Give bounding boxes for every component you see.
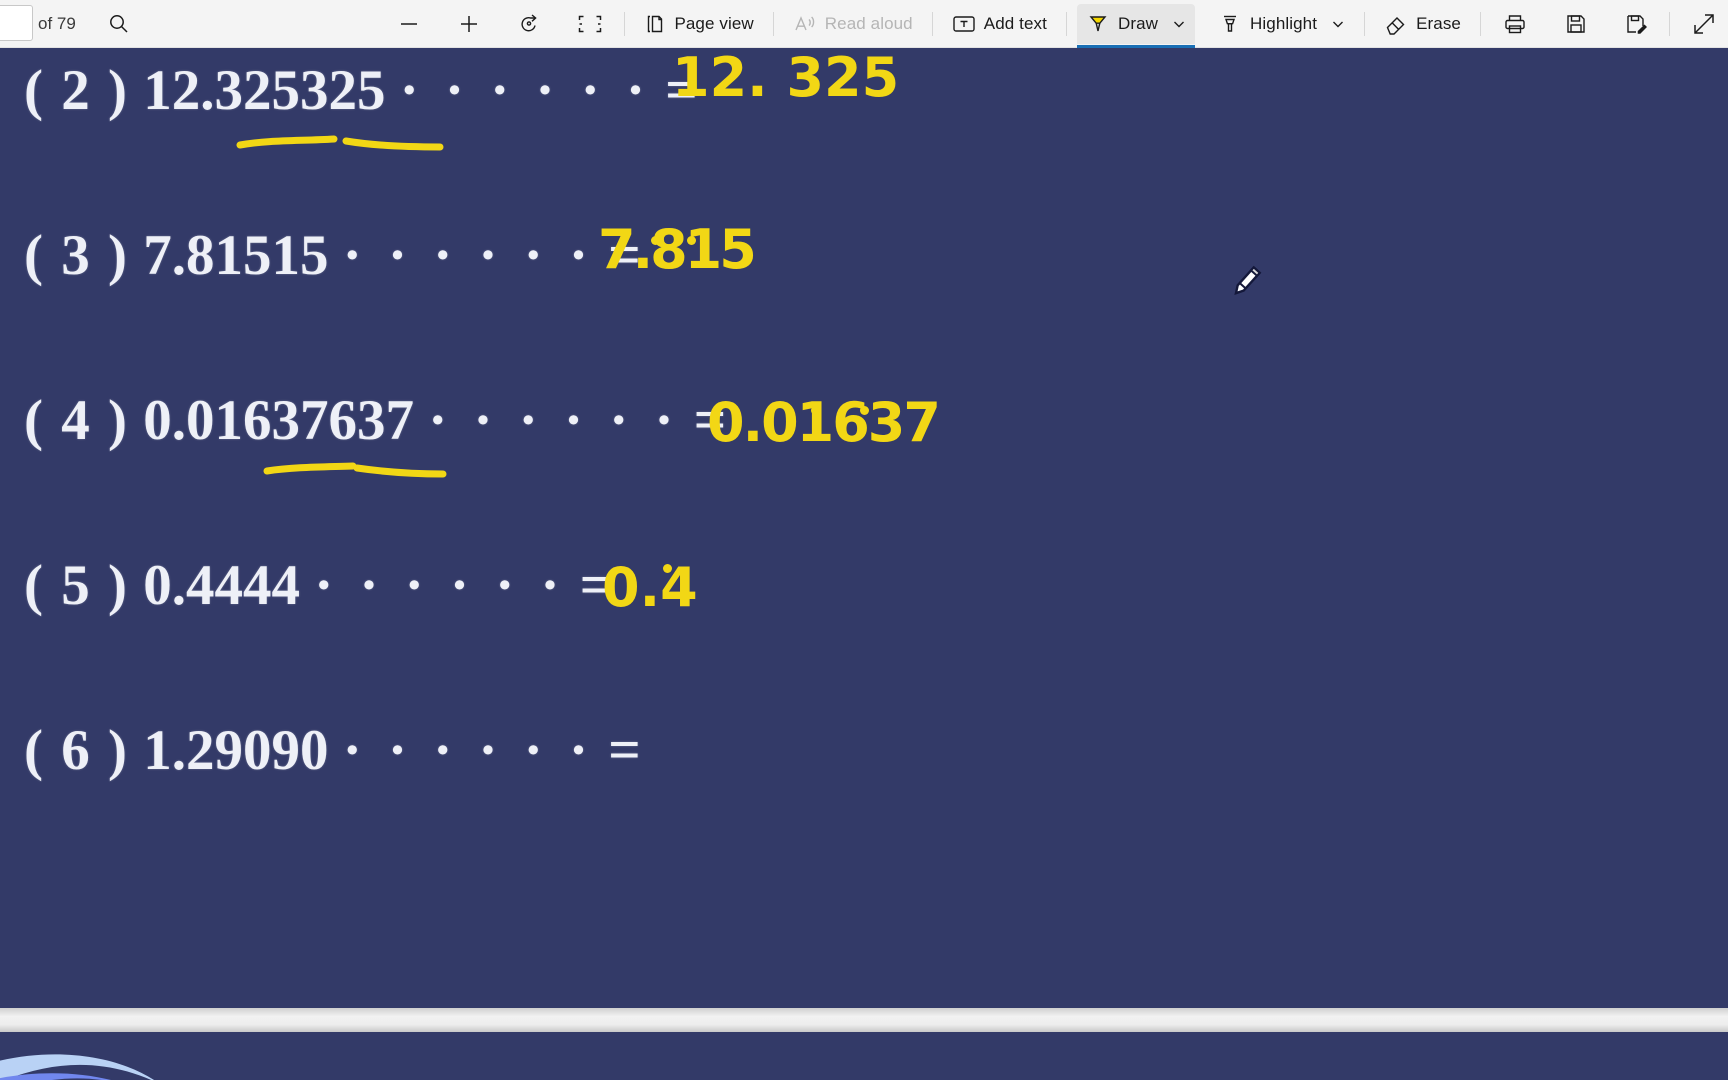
divider	[624, 11, 626, 36]
ink-repeat-dot	[663, 564, 672, 573]
math-line-equals: =	[608, 719, 641, 782]
decorative-swirl-icon	[0, 1054, 154, 1080]
ink-repeat-dot	[651, 236, 660, 245]
pencil-cursor-icon	[1224, 260, 1268, 304]
read-aloud-icon	[793, 13, 817, 35]
math-line-number: 12.325325	[143, 59, 386, 122]
ink-repeat-dot	[687, 236, 696, 245]
share-expand-icon	[1692, 12, 1716, 36]
add-text-button[interactable]: Add text	[943, 6, 1056, 42]
add-text-icon	[952, 14, 976, 34]
zoom-out-button[interactable]	[386, 6, 432, 42]
rotate-button[interactable]	[506, 6, 552, 42]
ink-repeat-dot	[860, 406, 869, 415]
fit-to-page-icon	[578, 14, 602, 34]
math-line-dots: · · · · · ·	[428, 389, 680, 452]
draw-label: Draw	[1117, 13, 1159, 33]
ink-underline	[353, 464, 447, 479]
pdf-page[interactable]: ( 2 ) 12.325325 · · · · · · = 12. 325 ( …	[0, 48, 1728, 1008]
page-count-label: of 79	[38, 13, 76, 33]
math-line-index: ( 4 )	[24, 389, 129, 452]
ink-underline	[342, 137, 444, 152]
math-line: ( 2 ) 12.325325 · · · · · · =	[24, 58, 698, 123]
math-line: ( 5 ) 0.4444 · · · · · · =	[24, 553, 612, 618]
ink-answer: 0.4	[602, 556, 698, 619]
math-line-dots: · · · · · ·	[342, 224, 595, 287]
page-view-label: Page view	[674, 13, 754, 33]
ink-underline	[263, 462, 357, 477]
erase-button[interactable]: Erase	[1375, 6, 1470, 42]
page-view-icon	[644, 13, 666, 35]
highlight-label: Highlight	[1250, 13, 1318, 33]
print-button[interactable]	[1491, 6, 1539, 42]
math-line-dots: · · · · · ·	[314, 554, 566, 617]
page-view-button[interactable]: Page view	[635, 6, 762, 42]
divider	[772, 11, 774, 36]
math-line-index: ( 5 )	[24, 554, 129, 617]
plus-icon	[458, 13, 480, 35]
next-page-preview[interactable]	[0, 1032, 1728, 1080]
math-line-number: 1.29090	[143, 719, 329, 782]
highlighter-icon	[1218, 12, 1242, 36]
divider	[1065, 11, 1067, 36]
divider	[1669, 11, 1670, 36]
math-line: ( 3 ) 7.81515 · · · · · · =	[24, 223, 641, 288]
draw-button[interactable]: Draw	[1076, 3, 1196, 48]
ink-answer: 7.815	[598, 218, 757, 281]
math-line: ( 6 ) 1.29090 · · · · · · =	[24, 718, 641, 783]
ink-answer: 0.01637	[707, 391, 941, 454]
math-line-index: ( 2 )	[24, 59, 129, 122]
math-line-number: 0.01637637	[143, 389, 414, 452]
highlight-button[interactable]: Highlight	[1209, 6, 1354, 42]
divider	[1480, 11, 1481, 36]
divider	[931, 11, 933, 36]
zoom-in-button[interactable]	[446, 6, 492, 42]
save-as-button[interactable]	[1613, 6, 1659, 42]
search-button[interactable]	[96, 6, 141, 42]
read-aloud-label: Read aloud	[824, 13, 913, 33]
math-line-index: ( 6 )	[24, 719, 129, 782]
math-line-index: ( 3 )	[24, 224, 129, 287]
math-line-number: 7.81515	[143, 224, 329, 287]
save-as-icon	[1625, 13, 1647, 35]
save-button[interactable]	[1553, 6, 1599, 42]
page-separator	[0, 1008, 1728, 1032]
share-button[interactable]	[1680, 6, 1728, 42]
rotate-icon	[518, 13, 540, 35]
minus-icon	[398, 13, 420, 35]
erase-label: Erase	[1416, 13, 1461, 33]
draw-pen-icon	[1086, 12, 1110, 36]
chevron-down-icon[interactable]	[1172, 17, 1186, 31]
math-line: ( 4 ) 0.01637637 · · · · · · =	[24, 388, 726, 453]
math-line-dots: · · · · · ·	[342, 719, 595, 782]
add-text-label: Add text	[983, 13, 1047, 33]
eraser-icon	[1384, 13, 1408, 35]
ink-answer: 12. 325	[672, 48, 900, 109]
print-icon	[1503, 13, 1527, 35]
search-icon	[108, 13, 129, 34]
fit-to-page-button[interactable]	[566, 6, 614, 42]
math-line-number: 0.4444	[143, 554, 300, 617]
page-number-input[interactable]	[0, 5, 33, 41]
read-aloud-button[interactable]: Read aloud	[784, 6, 922, 42]
divider	[1364, 11, 1366, 36]
ink-underline	[236, 135, 338, 150]
ink-repeat-dot	[811, 406, 820, 415]
save-icon	[1565, 13, 1587, 35]
math-line-dots: · · · · · ·	[399, 59, 652, 122]
pdf-toolbar: of 79 Page view Read aloud Add text Draw…	[0, 0, 1728, 48]
chevron-down-icon[interactable]	[1331, 17, 1345, 31]
